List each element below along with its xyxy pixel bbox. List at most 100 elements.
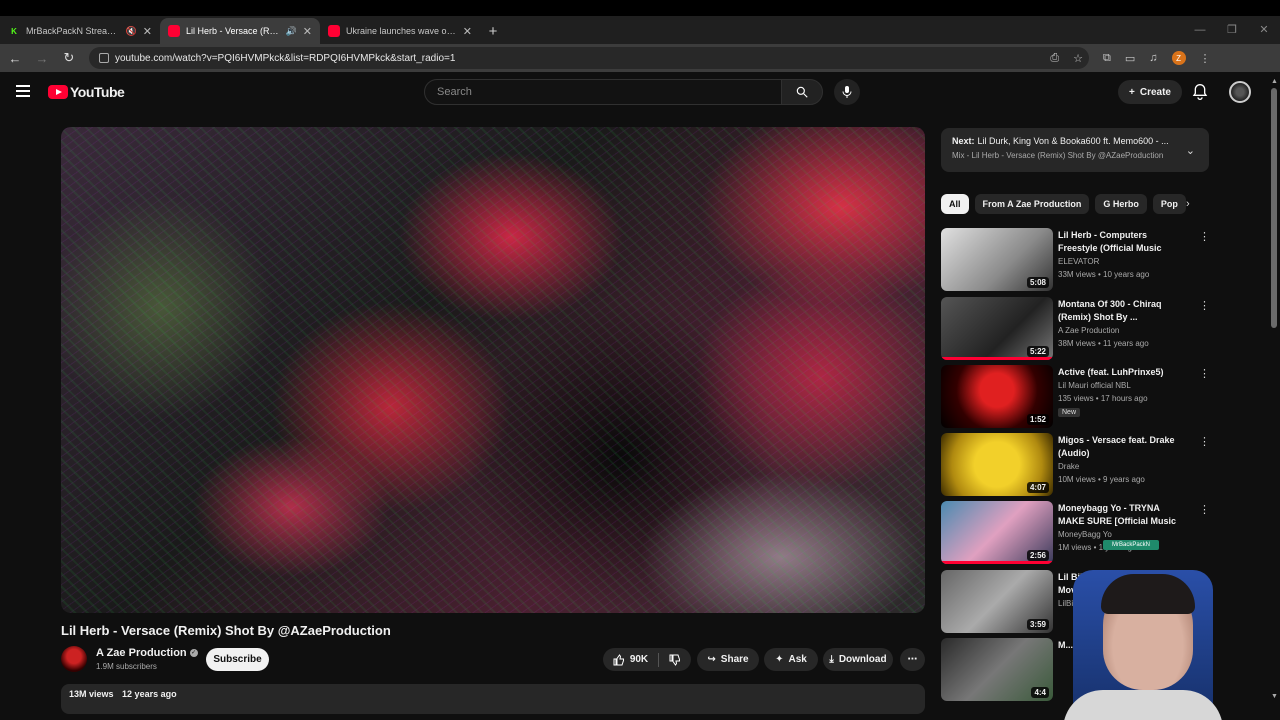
- streamer-shirt: [1063, 690, 1223, 720]
- more-vertical-icon[interactable]: ⋮: [1199, 299, 1210, 312]
- thumbs-up-icon: [613, 653, 624, 665]
- recommendation-item[interactable]: 4:07 Migos - Versace feat. Drake (Audio) D…: [941, 433, 1211, 497]
- voice-search-button[interactable]: [834, 79, 860, 105]
- youtube-logo[interactable]: YouTube: [48, 84, 125, 100]
- recommendation-item[interactable]: 1:52 Active (feat. LuhPrinxe5) Lil Mauri o…: [941, 365, 1211, 429]
- browser-tab-active[interactable]: Lil Herb - Versace (Remix) Sh 🔊 ✕: [160, 18, 320, 44]
- url-text: youtube.com/watch?v=PQI6HVMPkck&list=RDP…: [115, 52, 456, 64]
- chip-g-herbo[interactable]: G Herbo: [1095, 194, 1147, 214]
- sparkle-icon: ✦: [775, 654, 784, 665]
- video-thumbnail[interactable]: 2:56: [941, 501, 1053, 564]
- like-divider: [658, 652, 660, 667]
- recommendation-channel[interactable]: Lil Mauri official NBL: [1058, 381, 1131, 390]
- close-tab-icon[interactable]: ✕: [143, 25, 152, 38]
- close-tab-icon[interactable]: ✕: [463, 25, 472, 38]
- minimize-icon[interactable]: —: [1184, 16, 1216, 44]
- subscriber-count: 1.9M subscribers: [96, 662, 157, 671]
- forward-arrow-icon[interactable]: →: [30, 51, 54, 66]
- channel-avatar[interactable]: [61, 646, 87, 672]
- video-duration: 4:07: [1026, 482, 1049, 493]
- recommendation-meta: 135 views • 17 hours ago: [1058, 394, 1148, 403]
- video-thumbnail[interactable]: 5:22: [941, 297, 1053, 360]
- tab-title: Lil Herb - Versace (Remix) Sh: [186, 26, 282, 36]
- recommendation-title[interactable]: Migos - Versace feat. Drake (Audio): [1058, 434, 1188, 460]
- recommendation-meta: 33M views • 10 years ago: [1058, 270, 1150, 279]
- video-thumbnail[interactable]: 3:59: [941, 570, 1053, 633]
- more-vertical-icon[interactable]: ⋮: [1199, 367, 1210, 380]
- like-dislike-group: 90K: [603, 648, 691, 671]
- user-avatar[interactable]: [1229, 81, 1251, 103]
- channel-name-text: A Zae Production: [96, 647, 187, 659]
- address-bar[interactable]: youtube.com/watch?v=PQI6HVMPkck&list=RDP…: [89, 47, 1089, 69]
- description-box[interactable]: 13M views 12 years ago: [61, 684, 925, 714]
- thumbs-down-icon[interactable]: [669, 654, 681, 666]
- extensions-icon[interactable]: ⧉: [1103, 52, 1111, 65]
- create-button[interactable]: + Create: [1118, 80, 1182, 104]
- close-window-icon[interactable]: ✕: [1248, 16, 1280, 44]
- chevron-right-icon[interactable]: ›: [1186, 198, 1190, 210]
- reading-mode-icon[interactable]: ▭: [1125, 52, 1135, 65]
- create-label: Create: [1139, 86, 1171, 98]
- video-thumbnail[interactable]: 4:07: [941, 433, 1053, 496]
- site-info-icon[interactable]: [99, 53, 109, 63]
- video-thumbnail[interactable]: 5:08: [941, 228, 1053, 291]
- filter-chips: All From A Zae Production G Herbo Pop: [941, 194, 1209, 216]
- chip-pop[interactable]: Pop: [1152, 194, 1186, 214]
- more-actions-button[interactable]: ⋯: [900, 648, 925, 671]
- video-thumbnail[interactable]: 1:52: [941, 365, 1053, 428]
- browser-menu-icon[interactable]: ⋮: [1200, 52, 1211, 65]
- up-next-panel[interactable]: Next: Lil Durk, King Von & Booka600 ft. M…: [941, 128, 1209, 172]
- recommendation-channel[interactable]: Drake: [1058, 462, 1079, 471]
- recommendation-channel[interactable]: A Zae Production: [1058, 326, 1119, 335]
- browser-profile-avatar[interactable]: Z: [1171, 51, 1186, 65]
- more-vertical-icon[interactable]: ⋮: [1199, 503, 1210, 516]
- media-controls-icon[interactable]: ♫: [1149, 52, 1157, 64]
- speaker-icon[interactable]: 🔊: [286, 26, 297, 37]
- video-frame: [61, 127, 925, 613]
- recommendation-title[interactable]: Montana Of 300 - Chiraq (Remix) Shot By …: [1058, 298, 1188, 324]
- chevron-down-icon[interactable]: ⌄: [1186, 144, 1195, 157]
- search-icon: [796, 86, 808, 98]
- download-button[interactable]: ⤓ Download: [823, 648, 893, 671]
- search-input[interactable]: Search: [424, 79, 782, 105]
- recommendation-channel[interactable]: MoneyBagg Yo: [1058, 530, 1112, 539]
- maximize-icon[interactable]: ❐: [1216, 16, 1248, 44]
- page-scrollbar[interactable]: [1271, 88, 1277, 328]
- close-tab-icon[interactable]: ✕: [303, 25, 312, 38]
- channel-name[interactable]: A Zae Production ✓: [96, 647, 198, 659]
- install-app-icon[interactable]: ⎙: [1050, 52, 1059, 65]
- more-vertical-icon[interactable]: ⋮: [1199, 435, 1210, 448]
- recommendation-title[interactable]: Active (feat. LuhPrinxe5): [1058, 366, 1188, 379]
- recommendation-title[interactable]: Moneybagg Yo - TRYNA MAKE SURE [Official…: [1058, 502, 1188, 528]
- browser-tab-bar: K MrBackPackN Stream - Wa 🔇 ✕ Lil Herb -…: [0, 16, 1280, 44]
- hamburger-menu-icon[interactable]: [16, 85, 30, 97]
- subscribe-button[interactable]: Subscribe: [206, 648, 269, 671]
- ask-button[interactable]: ✦ Ask: [764, 648, 818, 671]
- recommendation-meta: 10M views • 9 years ago: [1058, 475, 1145, 484]
- share-button[interactable]: ↪ Share: [697, 648, 759, 671]
- tab-title: MrBackPackN Stream - Wa: [26, 26, 122, 36]
- scroll-up-arrow-icon[interactable]: ▲: [1271, 78, 1278, 85]
- search-button[interactable]: [781, 79, 823, 105]
- recommendation-title[interactable]: Lil Herb - Computers Freestyle (Official…: [1058, 229, 1188, 255]
- watch-progress-bar: [941, 561, 1053, 564]
- recommendation-item[interactable]: 5:22 Montana Of 300 - Chiraq (Remix) Shot…: [941, 297, 1211, 361]
- scroll-down-arrow-icon[interactable]: ▼: [1271, 693, 1278, 700]
- video-player[interactable]: [61, 127, 925, 613]
- video-thumbnail[interactable]: 4:4: [941, 638, 1053, 701]
- bookmark-star-icon[interactable]: ☆: [1073, 52, 1083, 65]
- recommendation-channel[interactable]: ELEVATOR: [1058, 257, 1099, 266]
- like-button[interactable]: 90K: [613, 653, 648, 666]
- chip-all[interactable]: All: [941, 194, 969, 214]
- tab-title: Ukraine launches wave of drone: [346, 26, 457, 36]
- back-arrow-icon[interactable]: ←: [3, 51, 27, 66]
- chip-from-channel[interactable]: From A Zae Production: [974, 194, 1090, 214]
- notifications-bell-icon[interactable]: [1192, 83, 1208, 101]
- more-vertical-icon[interactable]: ⋮: [1199, 230, 1210, 243]
- muted-speaker-icon[interactable]: 🔇: [126, 26, 137, 37]
- browser-tab[interactable]: Ukraine launches wave of drone ✕: [320, 18, 480, 44]
- reload-icon[interactable]: ↻: [57, 50, 81, 66]
- new-tab-button[interactable]: +: [480, 18, 506, 44]
- recommendation-item[interactable]: 5:08 Lil Herb - Computers Freestyle (Offi…: [941, 228, 1211, 292]
- browser-tab[interactable]: K MrBackPackN Stream - Wa 🔇 ✕: [0, 18, 160, 44]
